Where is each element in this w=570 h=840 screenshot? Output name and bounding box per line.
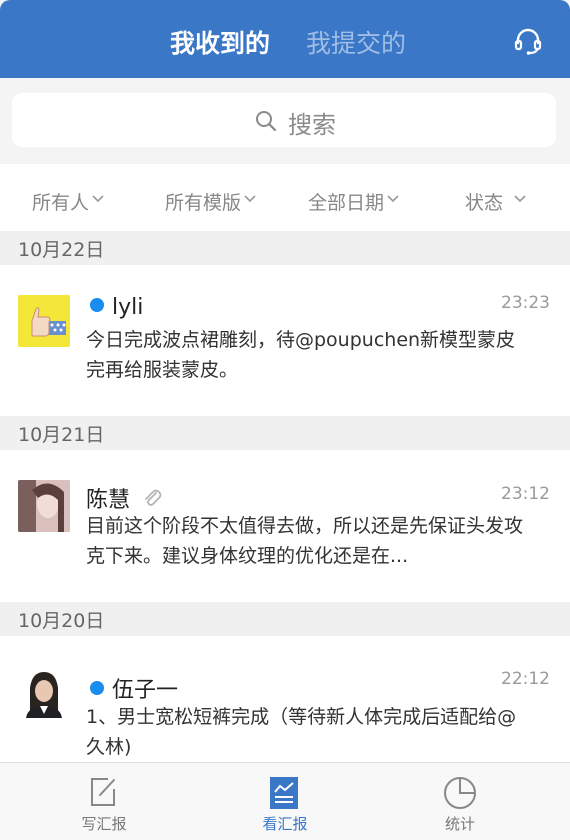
chevron-down-icon <box>92 195 104 203</box>
report-card[interactable]: lyli 23:23 今日完成波点裙雕刻，待@poupuchen新模型蒙皮完再给… <box>0 265 570 416</box>
filter-person[interactable]: 所有人 <box>32 188 105 215</box>
report-summary: 今日完成波点裙雕刻，待@poupuchen新模型蒙皮完再给服装蒙皮。 <box>86 329 516 381</box>
report-summary: 目前这个阶段不太值得去做，所以还是先保证头发攻克下来。建议身体纹理的优化还是在.… <box>86 515 524 567</box>
date-label: 10月22日 <box>18 239 105 261</box>
avatar[interactable] <box>18 480 70 532</box>
report-card[interactable]: 陈慧 23:12 目前这个阶段不太值得去做，所以还是先保证头发攻克下来。建议身体… <box>0 450 570 602</box>
filter-status-label: 状态 <box>465 192 504 214</box>
date-header: 10月22日 <box>0 231 570 265</box>
report-summary: 1、男士宽松短裤完成（等待新人体完成后适配给@久林) <box>86 706 517 758</box>
filter-date[interactable]: 全部日期 <box>308 188 400 215</box>
date-header: 10月21日 <box>0 416 570 450</box>
filter-bar: 所有人 所有模版 全部日期 状态 <box>0 164 570 232</box>
filter-date-label: 全部日期 <box>308 192 385 214</box>
date-header: 10月20日 <box>0 602 570 636</box>
filter-template[interactable]: 所有模版 <box>165 188 257 215</box>
avatar[interactable] <box>18 666 70 718</box>
avatar[interactable] <box>18 295 70 347</box>
search-placeholder: 搜索 <box>288 111 336 139</box>
person-photo-avatar-icon <box>18 666 70 718</box>
tab-submitted[interactable]: 我提交的 <box>306 24 406 60</box>
report-time: 22:12 <box>501 669 550 689</box>
chevron-down-icon <box>514 195 526 203</box>
pie-chart-icon <box>444 777 476 809</box>
report-time: 23:12 <box>501 484 550 504</box>
nav-write-report[interactable]: 写汇报 <box>44 763 164 840</box>
bottom-nav: 写汇报 看汇报 统计 <box>0 762 570 840</box>
report-list-icon <box>270 777 298 809</box>
filter-status[interactable]: 状态 <box>465 188 527 215</box>
report-time: 23:23 <box>501 293 550 313</box>
search-input[interactable]: 搜索 <box>12 93 556 147</box>
author-name: 伍子一 <box>90 672 178 704</box>
nav-statistics[interactable]: 统计 <box>400 763 520 840</box>
attachment-icon <box>145 489 162 506</box>
nav-stats-label: 统计 <box>444 815 475 833</box>
search-icon <box>256 111 277 132</box>
author-name-text: 陈慧 <box>86 488 131 513</box>
nav-view-label: 看汇报 <box>262 815 308 833</box>
report-card[interactable]: 伍子一 22:12 1、男士宽松短裤完成（等待新人体完成后适配给@久林) <box>0 636 570 762</box>
tab-received[interactable]: 我收到的 <box>170 24 270 60</box>
date-label: 10月21日 <box>18 424 105 446</box>
edit-icon <box>91 778 115 806</box>
filter-template-label: 所有模版 <box>165 192 242 214</box>
author-name-text: 伍子一 <box>112 678 179 703</box>
author-name: lyli <box>90 295 143 320</box>
chevron-down-icon <box>387 195 399 203</box>
author-name: 陈慧 <box>86 482 163 514</box>
nav-write-label: 写汇报 <box>81 815 127 833</box>
search-section: 搜索 <box>0 78 570 164</box>
unread-dot <box>90 681 104 695</box>
headset-icon[interactable] <box>513 26 543 56</box>
person-photo-avatar-icon <box>18 480 70 532</box>
unread-dot <box>90 298 104 312</box>
chevron-down-icon <box>244 195 256 203</box>
date-label: 10月20日 <box>18 610 105 632</box>
thumbs-up-avatar-icon <box>18 295 70 347</box>
top-header: 我收到的 我提交的 <box>0 0 570 78</box>
author-name-text: lyli <box>112 295 144 320</box>
nav-view-report[interactable]: 看汇报 <box>225 763 345 840</box>
filter-person-label: 所有人 <box>32 192 90 214</box>
